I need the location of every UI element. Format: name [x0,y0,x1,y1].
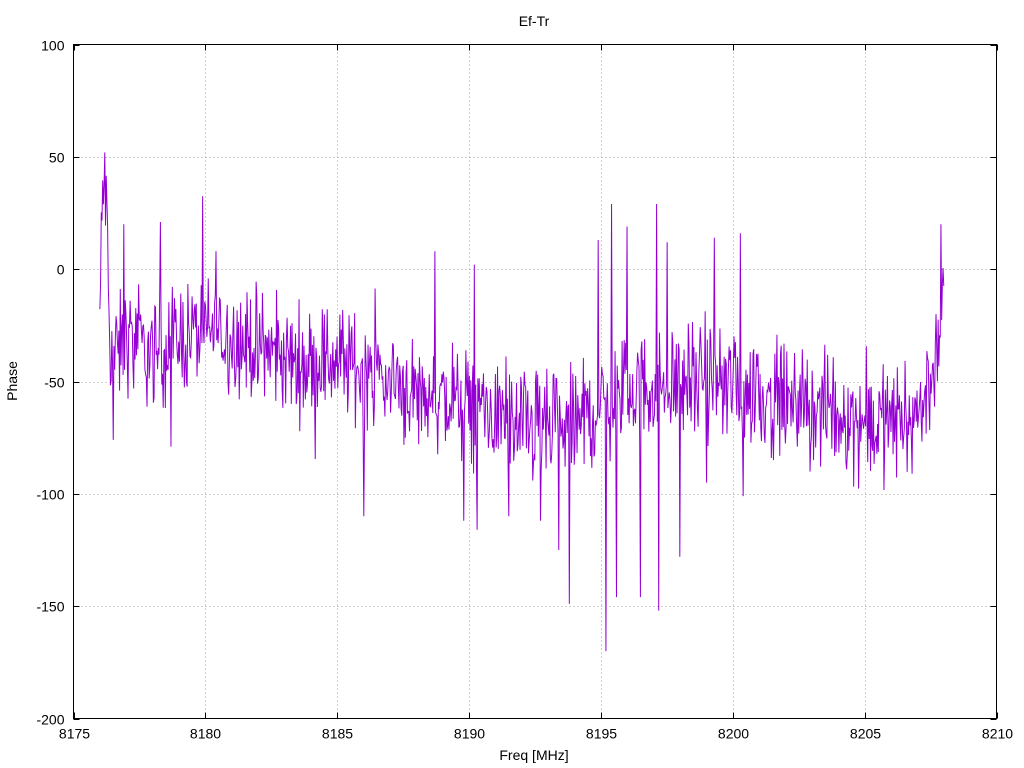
x-tick-label: 8200 [718,726,749,742]
y-tick-label: 100 [41,38,65,54]
y-tick-label: -150 [36,599,64,615]
x-tick-label: 8210 [982,726,1013,742]
plot-frame [73,44,997,719]
x-tick-label: 8180 [190,726,221,742]
y-axis-label: Phase [4,361,20,401]
y-tick-label: 50 [49,150,65,166]
y-tick-label: -100 [36,487,64,503]
x-tick-label: 8175 [59,726,90,742]
x-tick-label: 8190 [454,726,485,742]
x-axis-label: Freq [MHz] [499,747,568,763]
chart-title: Ef-Tr [519,13,550,29]
grid [73,44,997,719]
y-tick-label: 0 [57,262,65,278]
y-tick-label: -50 [44,375,64,391]
x-tick-label: 8185 [322,726,353,742]
x-tick-label: 8205 [850,726,881,742]
series-line [99,152,945,652]
x-tick-label: 8195 [586,726,617,742]
series-layer [99,152,945,652]
phase-chart: Ef-Tr Freq [MHz] Phase 8175 8180 8185 8190 8… [4,13,1013,763]
y-tick-label: -200 [36,712,64,728]
